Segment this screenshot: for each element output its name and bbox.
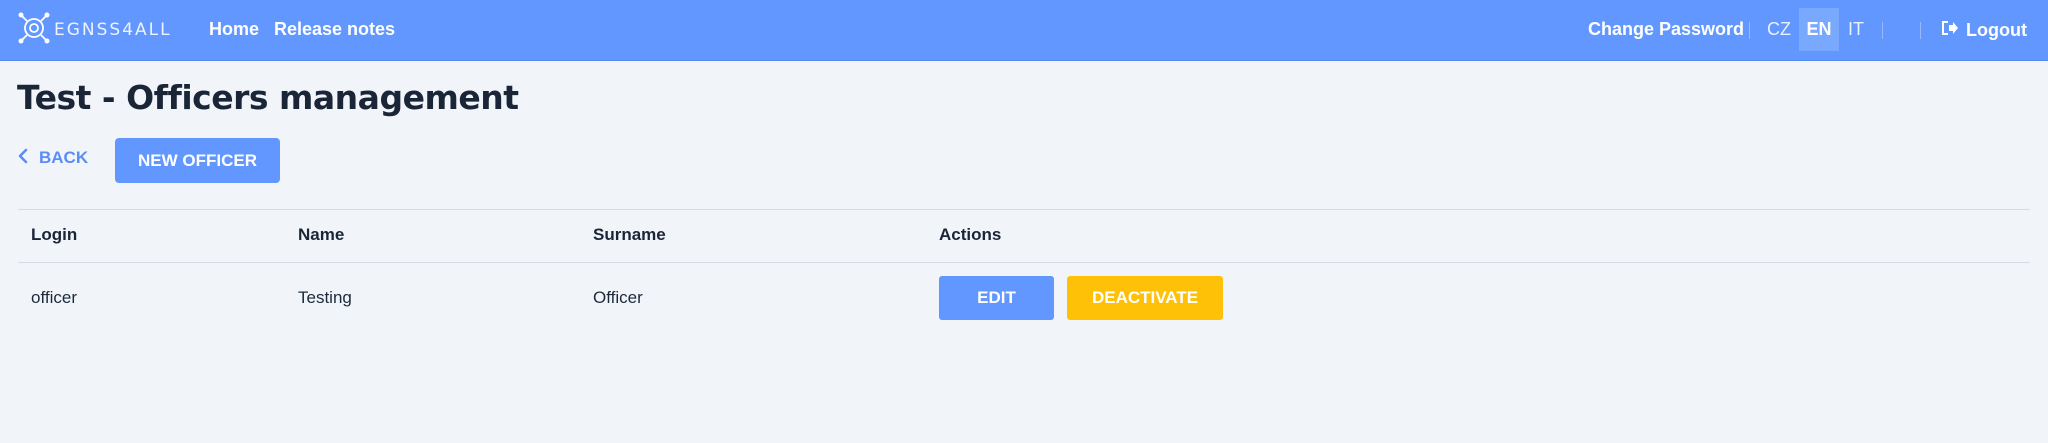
- cell-login: officer: [31, 288, 77, 307]
- lang-en[interactable]: EN: [1799, 8, 1839, 51]
- logo[interactable]: EGNSS4ALL: [18, 11, 172, 49]
- column-header-name: Name: [298, 225, 345, 244]
- table-top-border: [18, 209, 2030, 210]
- satellite-target-icon: [18, 11, 50, 49]
- nav-divider: [1749, 22, 1750, 39]
- lang-cz[interactable]: CZ: [1763, 8, 1795, 51]
- sign-out-icon: [1940, 19, 1966, 42]
- nav-divider: [1882, 22, 1883, 39]
- nav-home-link[interactable]: Home: [209, 19, 259, 40]
- page-title: Test - Officers management: [17, 78, 519, 117]
- chevron-left-icon: [17, 148, 39, 169]
- column-header-surname: Surname: [593, 225, 666, 244]
- change-password-link[interactable]: Change Password: [1588, 19, 1744, 40]
- table-header-border: [18, 262, 2030, 263]
- lang-it[interactable]: IT: [1843, 8, 1869, 51]
- nav-release-notes-link[interactable]: Release notes: [274, 19, 395, 40]
- logo-text: EGNSS4ALL: [54, 20, 172, 40]
- logout-button[interactable]: Logout: [1940, 19, 2027, 42]
- edit-button[interactable]: EDIT: [939, 276, 1054, 320]
- cell-surname: Officer: [593, 288, 643, 307]
- deactivate-button[interactable]: DEACTIVATE: [1067, 276, 1223, 320]
- top-navbar: EGNSS4ALL Home Release notes Change Pass…: [0, 0, 2048, 61]
- back-label: BACK: [39, 148, 89, 167]
- column-header-login: Login: [31, 225, 78, 244]
- logout-label: Logout: [1966, 20, 2027, 40]
- back-button[interactable]: BACK: [17, 146, 88, 170]
- new-officer-button[interactable]: NEW OFFICER: [115, 138, 280, 183]
- column-header-actions: Actions: [939, 225, 1002, 244]
- nav-divider: [1920, 22, 1921, 39]
- cell-name: Testing: [298, 288, 352, 307]
